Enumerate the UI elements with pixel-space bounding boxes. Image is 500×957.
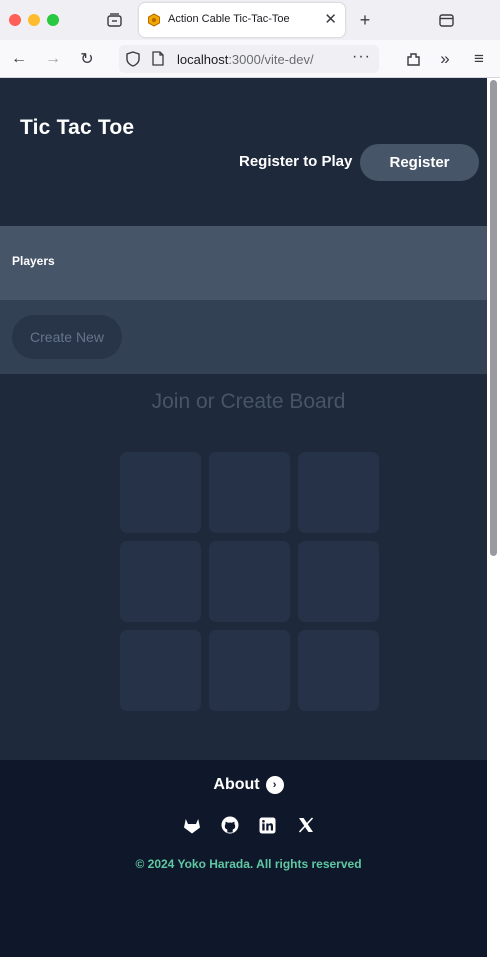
copyright-text: © 2024 Yoko Harada. All rights reserved (135, 857, 362, 871)
board-cell-4[interactable] (120, 541, 201, 622)
address-bar[interactable]: localhost:3000/vite-dev/ ··· (119, 45, 379, 73)
page-viewport: Tic Tac Toe Register to Play Register Pl… (0, 78, 487, 957)
extensions-icon[interactable] (402, 48, 424, 70)
create-new-button[interactable]: Create New (12, 315, 122, 359)
active-tab[interactable]: Action Cable Tic-Tac-Toe ✕ (139, 3, 345, 37)
gitlab-icon[interactable] (183, 816, 201, 834)
tab-close-icon[interactable]: ✕ (324, 10, 337, 28)
board-cell-8[interactable] (209, 630, 290, 711)
about-label: About (213, 776, 260, 793)
forward-arrow-icon[interactable]: → (42, 48, 64, 70)
board-cell-7[interactable] (120, 630, 201, 711)
players-label: Players (12, 254, 55, 268)
board-cell-9[interactable] (298, 630, 379, 711)
linkedin-icon[interactable] (259, 816, 277, 834)
browser-tab-bar: Action Cable Tic-Tac-Toe ✕ + (0, 0, 500, 40)
board-cell-5[interactable] (209, 541, 290, 622)
tic-tac-toe-board (120, 452, 379, 711)
register-button[interactable]: Register (360, 144, 479, 181)
overflow-chevrons-icon[interactable]: » (434, 48, 456, 70)
board-heading: Join or Create Board (151, 390, 346, 413)
chevron-right-icon: › (265, 776, 284, 794)
window-icon[interactable] (436, 10, 456, 30)
url-text[interactable]: localhost:3000/vite-dev/ (177, 52, 314, 67)
browser-nav-bar: ← → ↻ localhost:3000/vite-dev/ ··· » ≡ (0, 40, 500, 78)
tab-overview-icon[interactable] (104, 10, 124, 30)
reload-icon[interactable]: ↻ (76, 48, 98, 70)
about-link[interactable]: About › (0, 776, 487, 794)
board-cell-3[interactable] (298, 452, 379, 533)
app-title: Tic Tac Toe (20, 116, 135, 139)
page-scrollbar[interactable] (487, 78, 500, 957)
x-icon[interactable] (297, 816, 315, 834)
footer: About › © 2024 Yoko Harada. All rights r… (0, 760, 487, 957)
page-actions-icon[interactable]: ··· (352, 48, 371, 66)
register-prompt: Register to Play (239, 153, 353, 170)
maximize-window-button[interactable] (47, 14, 59, 26)
menu-hamburger-icon[interactable]: ≡ (468, 48, 490, 70)
tab-favicon-icon (148, 13, 160, 27)
board-cell-6[interactable] (298, 541, 379, 622)
shield-icon[interactable] (126, 51, 140, 72)
github-icon[interactable] (221, 816, 239, 834)
tab-title: Action Cable Tic-Tac-Toe (168, 13, 290, 25)
create-section: Create New (0, 300, 487, 374)
new-tab-icon[interactable]: + (354, 9, 376, 31)
board-section: Join or Create Board (0, 374, 487, 760)
page-icon (152, 51, 164, 71)
back-arrow-icon[interactable]: ← (8, 48, 30, 70)
social-links (0, 816, 487, 834)
minimize-window-button[interactable] (28, 14, 40, 26)
app-header: Tic Tac Toe Register to Play Register (0, 78, 487, 226)
players-section: Players (0, 226, 487, 300)
board-cell-2[interactable] (209, 452, 290, 533)
scrollbar-thumb[interactable] (490, 80, 497, 556)
board-cell-1[interactable] (120, 452, 201, 533)
close-window-button[interactable] (9, 14, 21, 26)
